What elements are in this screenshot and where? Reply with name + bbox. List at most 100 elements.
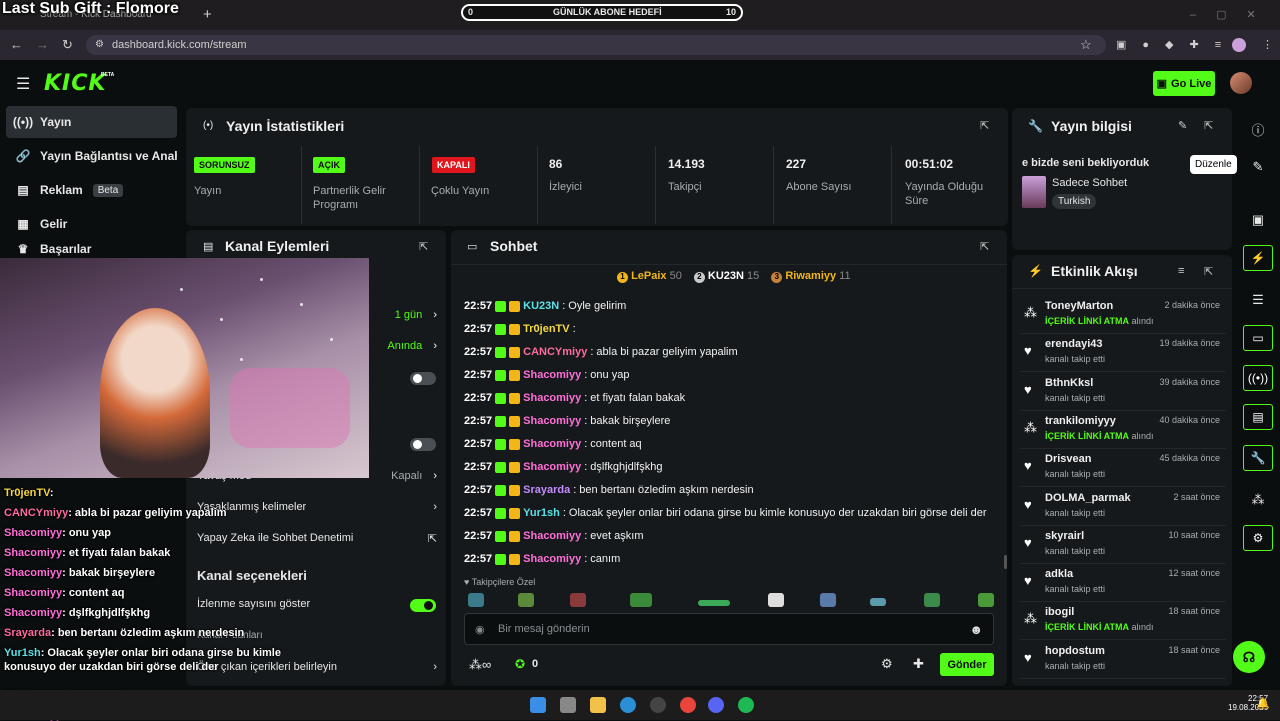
action-row-ai-moderation[interactable]: Yapay Zeka ile Sohbet Denetimi ⇱ — [197, 532, 437, 545]
chat-message[interactable]: 22:57 Shacomiyy: content aq — [464, 438, 642, 450]
channel-actions-popout-icon[interactable]: ⇱ — [419, 240, 428, 253]
chat-input[interactable]: ◉ Bir mesaj gönderin ☻ — [464, 613, 994, 645]
top-gifter-2[interactable]: 2 KU23N 15 — [693, 270, 759, 283]
file-explorer-icon[interactable] — [590, 697, 606, 713]
emote[interactable] — [468, 593, 484, 607]
top-gifter-1[interactable]: 1 LePaix 50 — [617, 270, 682, 283]
chat-settings-icon[interactable]: ◉ — [475, 623, 485, 636]
player-rail-icon[interactable]: ▣ — [1250, 212, 1266, 228]
infinity-icon[interactable]: ⁂∞ — [469, 657, 491, 673]
option-row-view-count[interactable]: İzlenme sayısını göster — [197, 598, 437, 610]
activity-event[interactable]: ♥ erendayi43 19 dakika önce kanalı takip et… — [1020, 334, 1226, 373]
stats-popout-icon[interactable]: ⇱ — [980, 119, 989, 132]
mod-tools-icon[interactable]: ✚ — [913, 656, 924, 672]
chat-settings-gear-icon[interactable]: ⚙ — [881, 656, 893, 672]
windows-start-icon[interactable] — [530, 697, 546, 713]
emote[interactable] — [768, 593, 784, 607]
chat-message[interactable]: 22:57 Shacomiyy: evet aşkım — [464, 530, 643, 542]
activity-event[interactable]: ⁂ ibogil 18 saat önce İÇERİK LİNKİ ATMA alı… — [1020, 602, 1226, 641]
forward-icon[interactable]: → — [36, 37, 49, 52]
chat-username[interactable]: Shacomiyy — [523, 392, 581, 404]
chat-message[interactable]: 22:57 Yur1sh: Olacak şeyler onlar biri oda… — [464, 507, 987, 519]
sidebar-item-reklam[interactable]: ▤ Reklam Beta — [6, 174, 177, 206]
stream-info-popout-icon[interactable]: ⇱ — [1204, 119, 1213, 132]
new-tab-button[interactable]: + — [203, 6, 212, 23]
activity-event[interactable]: ♥ hopdostum 18 saat önce kanalı takip etti — [1020, 641, 1226, 679]
broadcast-rail-button[interactable]: ((•)) — [1243, 365, 1273, 391]
actions-rail-button[interactable]: ▤ — [1243, 404, 1273, 430]
kick-logo[interactable]: KICK — [44, 71, 106, 96]
go-live-button[interactable]: ▣ Go Live — [1153, 71, 1215, 96]
chat-message[interactable]: 22:57 Shacomiyy: bakak birşeylere — [464, 415, 670, 427]
info-rail-button[interactable]: 🔧 — [1243, 445, 1273, 471]
chat-message[interactable]: 22:57 Shacomiyy: dşlfkghjdlfşkhg — [464, 461, 662, 473]
chat-username[interactable]: Yur1sh — [523, 507, 560, 519]
chat-username[interactable]: Tr0jenTV — [523, 323, 569, 335]
chat-username[interactable]: Shacomiyy — [523, 461, 581, 473]
task-view-icon[interactable] — [560, 697, 576, 713]
hamburger-menu-icon[interactable]: ☰ — [16, 74, 30, 94]
points-icon[interactable]: ✪ — [515, 657, 525, 671]
emote[interactable] — [630, 593, 652, 607]
list-rail-icon[interactable]: ☰ — [1250, 292, 1266, 308]
info-icon[interactable]: ⓘ — [1250, 120, 1266, 139]
window-controls[interactable]: –▢✕ — [1190, 8, 1276, 21]
chat-username[interactable]: Shacomiyy — [523, 415, 581, 427]
activity-event[interactable]: ♥ skyrairl 10 saat önce kanalı takip etti — [1020, 526, 1226, 564]
chrome-icon[interactable] — [680, 697, 696, 713]
chat-username[interactable]: CANCYmiyy — [523, 346, 587, 358]
reload-icon[interactable]: ↻ — [62, 37, 73, 53]
language-tag[interactable]: Turkish — [1052, 194, 1097, 209]
view-count-toggle[interactable] — [410, 599, 436, 612]
discord-icon[interactable] — [708, 697, 724, 713]
chat-username[interactable]: Shacomiyy — [523, 438, 581, 450]
chat-message[interactable]: 22:57 CANCYmiyy: abla bi pazar geliyim yap… — [464, 346, 738, 358]
activity-event[interactable]: ♥ Drisvean 45 dakika önce kanalı takip etti — [1020, 449, 1226, 488]
chat-rail-button[interactable]: ▭ — [1243, 325, 1273, 351]
chat-message[interactable]: 22:57 KU23N: Oyle gelirim — [464, 300, 626, 312]
activity-rail-button[interactable]: ⚡ — [1243, 245, 1273, 271]
top-gifter-3[interactable]: 3 Riwamiyy 11 — [771, 270, 851, 283]
chat-popout-icon[interactable]: ⇱ — [980, 240, 989, 253]
activity-event[interactable]: ⁂ trankilomiyyy 40 dakika önce İÇERİK LİNKİ… — [1020, 411, 1226, 449]
chat-message[interactable]: 22:57 Shacomiyy: et fiyatı falan bakak — [464, 392, 685, 404]
chat-username[interactable]: Srayarda — [523, 484, 570, 496]
edge-icon[interactable] — [620, 697, 636, 713]
browser-profile-avatar[interactable] — [1232, 38, 1246, 52]
activity-event[interactable]: ♥ adkla 12 saat önce kanalı takip etti — [1020, 564, 1226, 603]
activity-event[interactable]: ♥ DOLMA_parmak 2 saat önce kanalı takip ett… — [1020, 488, 1226, 526]
action-row-banned-words[interactable]: Yasaklanmış kelimeler › — [197, 501, 437, 513]
chat-message[interactable]: 22:57 Shacomiyy: canım — [464, 553, 620, 565]
activity-event[interactable]: ♥ BthnKksl 39 dakika önce kanalı takip etti — [1020, 373, 1226, 411]
chat-username[interactable]: Shacomiyy — [523, 553, 581, 565]
emote[interactable] — [870, 598, 886, 606]
emote[interactable] — [820, 593, 836, 607]
chat-message[interactable]: 22:57 Shacomiyy: onu yap — [464, 369, 629, 381]
url-text[interactable]: dashboard.kick.com/stream — [112, 39, 247, 51]
rewards-rail-icon[interactable]: ⁂ — [1250, 492, 1266, 508]
chat-username[interactable]: Shacomiyy — [523, 530, 581, 542]
back-icon[interactable]: ← — [10, 37, 23, 52]
bookmark-star-icon[interactable]: ☆ — [1080, 37, 1092, 53]
site-info-icon[interactable]: ⚙ — [95, 39, 104, 50]
emote[interactable] — [978, 593, 994, 607]
activity-event[interactable]: ⁂ ToneyMarton 2 dakika önce İÇERİK LİNKİ AT… — [1020, 296, 1226, 334]
support-chat-button[interactable]: ☊ — [1233, 641, 1265, 673]
chat-scrollbar[interactable] — [1004, 555, 1007, 569]
emote[interactable] — [518, 593, 534, 607]
chat-message[interactable]: 22:57 Srayarda: ben bertanı özledim aşkım … — [464, 484, 754, 496]
chat-message[interactable]: 22:57 Tr0jenTV: — [464, 323, 579, 335]
emote[interactable] — [698, 600, 730, 606]
user-avatar[interactable] — [1230, 72, 1252, 94]
option-row-featured[interactable]: Öne çıkan içerikleri belirleyin › — [197, 661, 437, 673]
chat-username[interactable]: KU23N — [523, 300, 559, 312]
activity-popout-icon[interactable]: ⇱ — [1204, 265, 1213, 278]
filter-icon[interactable]: ≡ — [1178, 265, 1184, 277]
send-button[interactable]: Gönder — [940, 653, 994, 676]
sidebar-item-yayin[interactable]: ((•)) Yayın — [6, 106, 177, 138]
browser-menu-icon[interactable]: ⋮ — [1262, 38, 1273, 51]
emote[interactable] — [570, 593, 586, 607]
chat-username[interactable]: Shacomiyy — [523, 369, 581, 381]
extension-icons[interactable]: ▣●◆✚≡ — [1116, 38, 1237, 51]
sidebar-item-gelir[interactable]: ▦ Gelir — [6, 208, 177, 240]
